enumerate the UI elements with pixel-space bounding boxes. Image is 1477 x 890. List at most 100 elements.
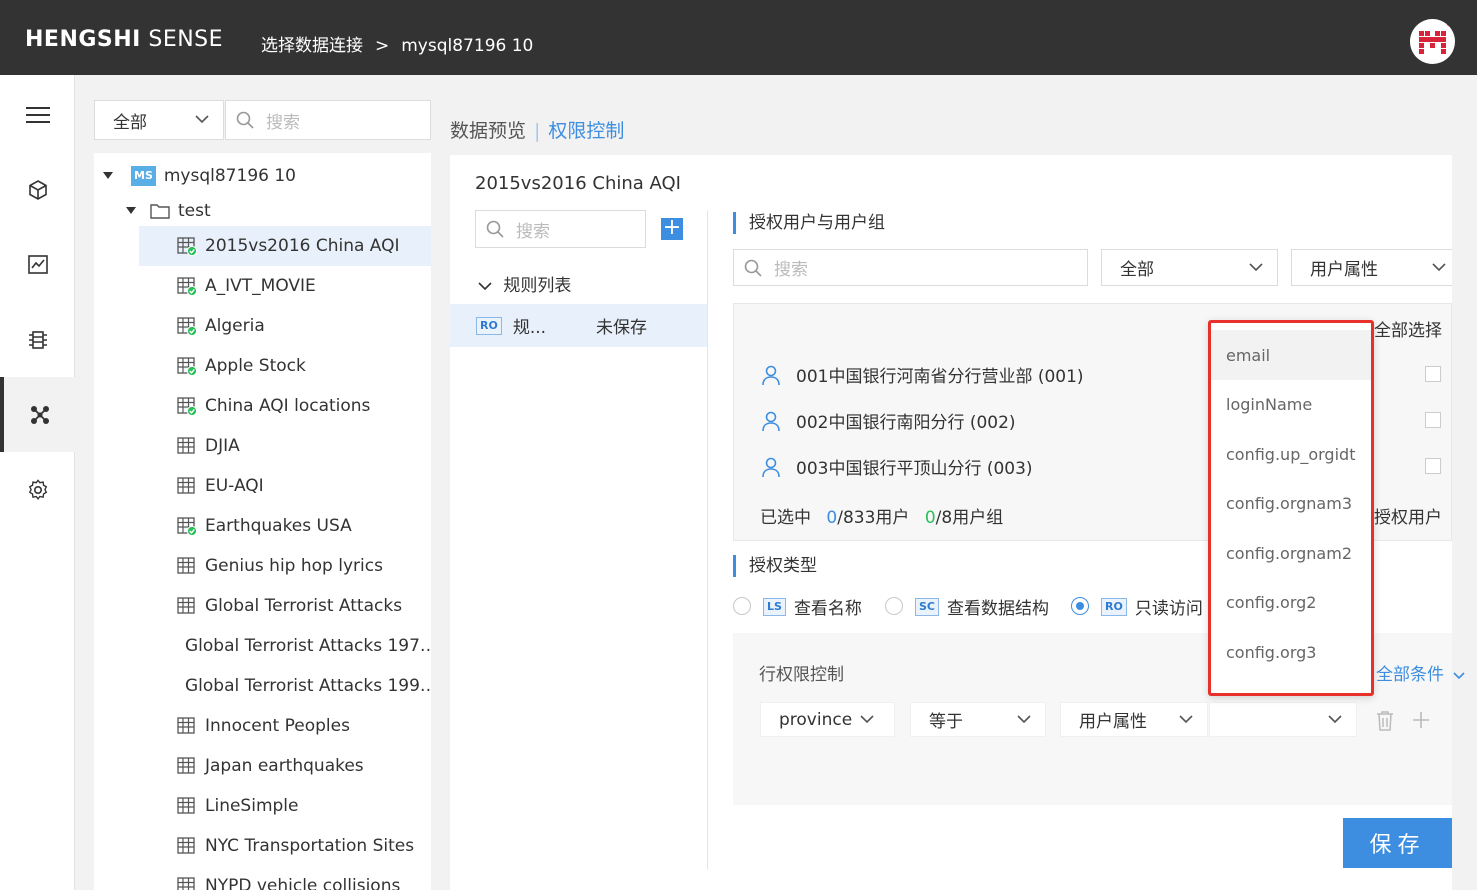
tree-table-item[interactable]: LineSimple [94, 786, 431, 826]
breadcrumb-item-connection[interactable]: 选择数据连接 [261, 36, 363, 56]
tree-table-label: Earthquakes USA [205, 516, 352, 536]
select-all-link[interactable]: 全部选择 [1374, 316, 1442, 341]
chevron-down-icon [478, 282, 492, 291]
tree-table-item[interactable]: NYPD vehicle collisions [94, 866, 431, 890]
connection-icon [30, 405, 49, 424]
selection-count: 已选中 0/833用户 0/8用户组 [760, 503, 1003, 528]
top-bar: HENGSHI SENSE 选择数据连接 > mysql87196 10 [0, 0, 1477, 75]
tree-table-item[interactable]: Innocent Peoples [94, 706, 431, 746]
save-button[interactable]: 保存 [1343, 818, 1452, 868]
user-row-checkbox[interactable] [1425, 458, 1441, 474]
condition-operator-select[interactable]: 等于 [910, 702, 1046, 737]
tree-table-item[interactable]: Global Terrorist Attacks [94, 586, 431, 626]
tree-table-item[interactable]: EU-AQI [94, 466, 431, 506]
nav-item-datasets[interactable] [0, 302, 75, 377]
chevron-down-icon [1328, 714, 1342, 723]
tree-table-label: A_IVT_MOVIE [205, 276, 316, 296]
condition-field-select[interactable]: province [760, 702, 895, 737]
tab-data-preview[interactable]: 数据预览 [450, 120, 526, 142]
auth-type-option[interactable]: RO 只读访问 [1101, 594, 1203, 619]
avatar[interactable] [1410, 19, 1455, 64]
tree-table-item[interactable]: DJIA [94, 426, 431, 466]
tree-table-item[interactable]: Algeria [94, 306, 431, 346]
search-icon [744, 259, 762, 277]
rule-list-item[interactable]: RO 规... 未保存 [450, 304, 707, 347]
condition-value-select[interactable] [1209, 702, 1357, 737]
all-conditions-select[interactable]: 全部条件 [1376, 660, 1465, 685]
user-row-label: 003中国银行平顶山分行 (003) [796, 459, 1033, 479]
auth-type-option[interactable]: SC 查看数据结构 [915, 594, 1049, 619]
auth-users-link[interactable]: 授权用户 [1374, 503, 1442, 528]
user-row[interactable]: 002中国银行南阳分行 (002) [760, 408, 1016, 433]
dropdown-option[interactable]: config.orgnam2 [1211, 528, 1371, 578]
nav-item-settings[interactable] [0, 452, 75, 527]
nav-item-apps[interactable] [0, 152, 75, 227]
tree-table-item[interactable]: NYC Transportation Sites [94, 826, 431, 866]
table-icon [177, 237, 197, 256]
auth-type-radio[interactable] [733, 597, 751, 615]
tree-filter-select[interactable]: 全部 [94, 100, 224, 140]
brand-logo[interactable]: HENGSHI SENSE [25, 27, 223, 52]
user-attribute-value: 用户属性 [1310, 260, 1378, 280]
dataset-icon [28, 330, 47, 349]
search-icon [236, 111, 254, 129]
dropdown-option[interactable]: email [1211, 330, 1371, 380]
tree-table-item[interactable]: China AQI locations [94, 386, 431, 426]
tree-table-item[interactable]: Earthquakes USA [94, 506, 431, 546]
user-filter-select[interactable]: 全部 [1101, 249, 1278, 286]
chevron-down-icon [1249, 262, 1263, 271]
user-attribute-select[interactable]: 用户属性 [1291, 249, 1452, 286]
tree-search-input[interactable]: 搜索 [225, 100, 431, 140]
condition-value-type-select[interactable]: 用户属性 [1060, 702, 1208, 737]
rule-list-header[interactable]: 规则列表 [478, 271, 571, 296]
trash-icon[interactable] [1375, 710, 1395, 731]
chevron-down-icon [1432, 262, 1446, 271]
user-search-input[interactable]: 搜索 [733, 249, 1088, 286]
table-icon [177, 277, 197, 296]
add-rule-button[interactable]: + [661, 217, 683, 240]
tree-table-item[interactable]: 2015vs2016 China AQI [139, 226, 431, 266]
user-row-checkbox[interactable] [1425, 366, 1441, 382]
menu-toggle-button[interactable] [0, 77, 75, 152]
menu-icon [25, 106, 50, 123]
table-title: 2015vs2016 China AQI [475, 173, 681, 194]
tree-root-label: mysql87196 10 [163, 166, 296, 186]
search-icon [486, 220, 504, 238]
user-row[interactable]: 001中国银行河南省分行营业部 (001) [760, 362, 1084, 387]
tree-table-item[interactable]: Global Terrorist Attacks 199… [94, 666, 431, 706]
tree-folder-label: test [178, 201, 211, 221]
selected-users-count: 0 [826, 508, 838, 528]
auth-type-radio[interactable] [1071, 597, 1089, 615]
dropdown-option[interactable]: config.up_orgidt [1211, 429, 1371, 479]
dropdown-option[interactable]: config.org2 [1211, 578, 1371, 628]
settings-icon [28, 478, 47, 500]
auth-type-radio[interactable] [885, 597, 903, 615]
auth-type-badge: LS [763, 597, 786, 616]
dropdown-option[interactable]: config.org3 [1211, 627, 1371, 677]
tree-table-item[interactable]: Japan earthquakes [94, 746, 431, 786]
tree-table-item[interactable]: Genius hip hop lyrics [94, 546, 431, 586]
user-row[interactable]: 003中国银行平顶山分行 (003) [760, 454, 1033, 479]
nav-item-connections[interactable] [0, 377, 75, 452]
chart-icon [27, 254, 48, 274]
table-icon [177, 357, 197, 376]
tree-table-item[interactable]: Global Terrorist Attacks 197… [94, 626, 431, 666]
tree-table-item[interactable]: A_IVT_MOVIE [94, 266, 431, 306]
dropdown-option[interactable]: config.orgnam3 [1211, 479, 1371, 529]
auth-users-title: 授权用户与用户组 [733, 212, 885, 234]
tab-permission-control[interactable]: 权限控制 [548, 120, 624, 142]
tree-root-node[interactable]: MS mysql87196 10 [94, 156, 431, 196]
add-condition-icon[interactable] [1412, 711, 1430, 729]
dropdown-option[interactable]: loginName [1211, 380, 1371, 430]
auth-type-label: 只读访问 [1134, 599, 1203, 619]
rule-search-input[interactable]: 搜索 [475, 210, 646, 248]
nav-item-analysis[interactable] [0, 227, 75, 302]
user-search-placeholder: 搜索 [774, 260, 808, 280]
user-row-checkbox[interactable] [1425, 412, 1441, 428]
table-icon [177, 397, 197, 416]
tree-table-item[interactable]: Apple Stock [94, 346, 431, 386]
tree-folder-node[interactable]: test [94, 191, 431, 231]
table-icon [177, 757, 195, 774]
auth-type-option[interactable]: LS 查看名称 [763, 594, 862, 619]
tree-table-label: LineSimple [205, 796, 299, 816]
